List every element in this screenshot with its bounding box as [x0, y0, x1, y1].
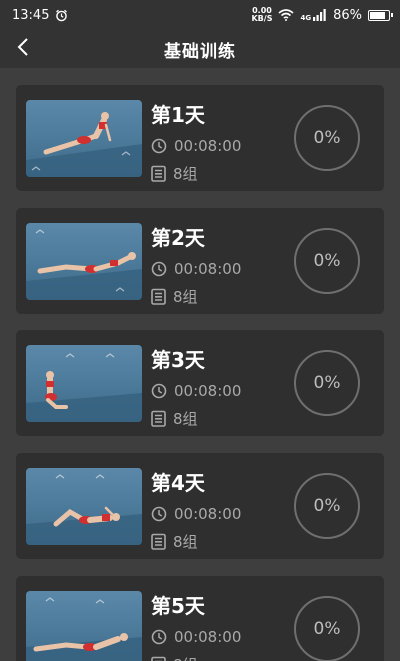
list-icon	[151, 165, 166, 182]
progress-ring: 0%	[294, 350, 360, 416]
duration-text: 00:08:00	[174, 628, 242, 646]
duration-row: 00:08:00	[151, 628, 241, 646]
list-icon	[151, 410, 166, 427]
top-bar: 基础训练	[0, 30, 400, 68]
sets-text: 8组	[173, 533, 198, 551]
day-card-4[interactable]: 第4天 00:08:00 8组 0%	[16, 453, 384, 559]
list-icon	[151, 656, 166, 661]
clock-icon	[151, 629, 167, 645]
day-card-1[interactable]: 第1天 00:08:00 8组 0%	[16, 85, 384, 191]
chevron-left-icon	[16, 37, 30, 61]
clock-icon	[151, 138, 167, 154]
clock-icon	[151, 383, 167, 399]
progress-ring: 0%	[294, 596, 360, 661]
day-card-3[interactable]: 第3天 00:08:00 8组 0%	[16, 330, 384, 436]
duration-row: 00:08:00	[151, 505, 241, 523]
exercise-thumbnail	[26, 345, 142, 422]
exercise-thumbnail	[26, 468, 142, 545]
exercise-thumbnail	[26, 100, 142, 177]
duration-text: 00:08:00	[174, 505, 242, 523]
day-title: 第5天	[151, 594, 205, 618]
sets-text: 8组	[173, 654, 198, 661]
duration-row: 00:08:00	[151, 260, 241, 278]
sets-row: 8组	[151, 408, 198, 429]
sets-row: 8组	[151, 163, 198, 184]
progress-text: 0%	[313, 619, 341, 639]
sets-row: 8组	[151, 654, 198, 661]
duration-text: 00:08:00	[174, 137, 242, 155]
sets-row: 8组	[151, 286, 198, 307]
duration-row: 00:08:00	[151, 382, 241, 400]
battery-percent: 86%	[333, 7, 362, 23]
duration-text: 00:08:00	[174, 260, 242, 278]
network-speed: 0.00 KB/S	[251, 7, 272, 23]
sets-text: 8组	[173, 410, 198, 428]
day-title: 第4天	[151, 471, 205, 495]
network-speed-unit: KB/S	[251, 14, 273, 23]
day-card-5[interactable]: 第5天 00:08:00 8组 0%	[16, 576, 384, 661]
status-bar: 13:45 0.00 KB/S 4G 86%	[0, 0, 400, 30]
exercise-thumbnail	[26, 591, 142, 661]
progress-ring: 0%	[294, 105, 360, 171]
day-list[interactable]: 第1天 00:08:00 8组 0% 第2天 00:08:00 8组 0% 第3…	[0, 68, 400, 661]
day-title: 第1天	[151, 103, 205, 127]
signal-icon	[313, 9, 327, 21]
sets-text: 8组	[173, 165, 198, 183]
status-time: 13:45	[12, 7, 50, 23]
progress-ring: 0%	[294, 473, 360, 539]
day-card-2[interactable]: 第2天 00:08:00 8组 0%	[16, 208, 384, 314]
sets-row: 8组	[151, 531, 198, 552]
status-left: 13:45	[12, 8, 68, 23]
alarm-clock-icon	[55, 9, 68, 22]
day-title: 第3天	[151, 348, 205, 372]
page-title: 基础训练	[164, 41, 236, 62]
progress-text: 0%	[313, 251, 341, 271]
clock-icon	[151, 261, 167, 277]
progress-ring: 0%	[294, 228, 360, 294]
list-icon	[151, 288, 166, 305]
day-title: 第2天	[151, 226, 205, 250]
network-type: 4G	[300, 14, 312, 22]
progress-text: 0%	[313, 496, 341, 516]
wifi-icon	[278, 9, 294, 21]
sets-text: 8组	[173, 288, 198, 306]
list-icon	[151, 533, 166, 550]
progress-text: 0%	[313, 128, 341, 148]
status-right: 0.00 KB/S 4G 86%	[251, 7, 393, 23]
battery-level	[370, 11, 386, 19]
duration-row: 00:08:00	[151, 137, 241, 155]
progress-text: 0%	[313, 373, 341, 393]
back-button[interactable]	[8, 34, 38, 64]
duration-text: 00:08:00	[174, 382, 242, 400]
exercise-thumbnail	[26, 223, 142, 300]
clock-icon	[151, 506, 167, 522]
battery-icon	[368, 9, 393, 21]
